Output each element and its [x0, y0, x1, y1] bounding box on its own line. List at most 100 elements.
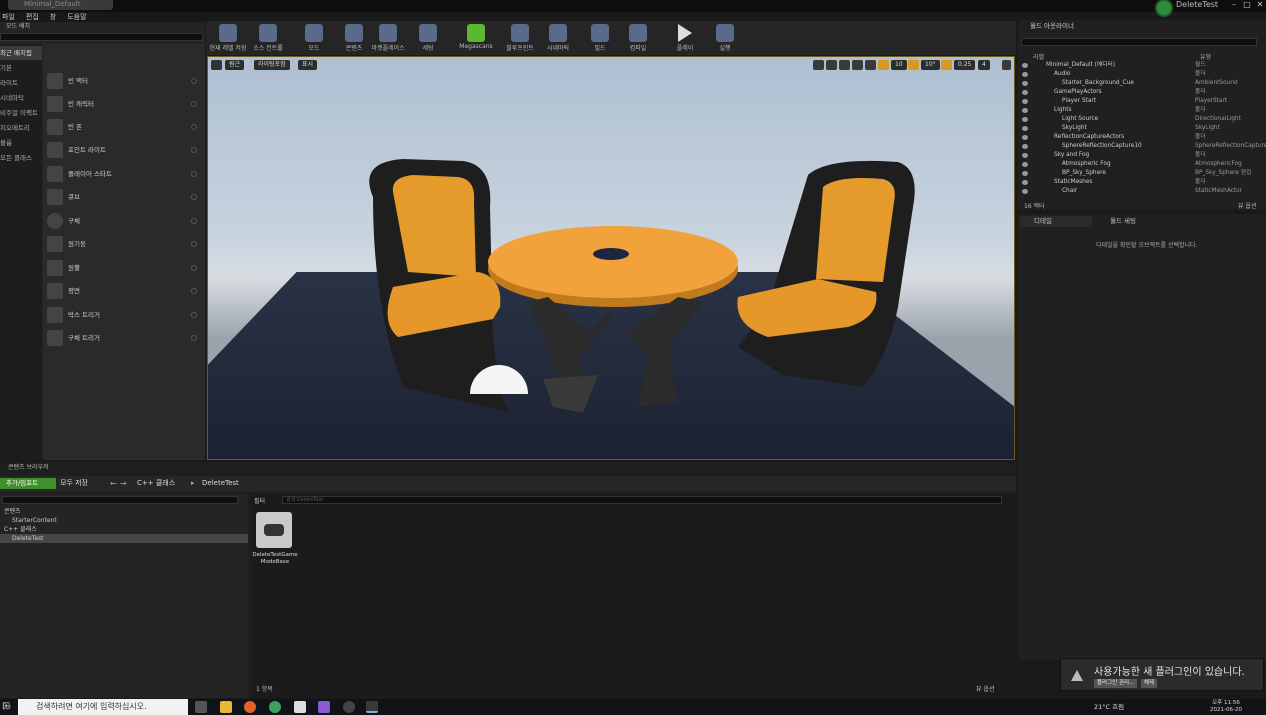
scale-snap-icon[interactable] [941, 60, 952, 70]
save-all-button[interactable]: 모두 저장 [60, 478, 88, 489]
task-view-icon[interactable] [195, 701, 207, 713]
surface-snap-icon[interactable] [865, 60, 876, 70]
outliner-row[interactable]: Lights 폴더 [1018, 106, 1266, 115]
outliner-row[interactable]: ReflectionCaptureActors 폴더 [1018, 133, 1266, 142]
visibility-eye-icon[interactable] [1022, 126, 1028, 131]
category-volumes[interactable]: 볼륨 [0, 136, 42, 150]
content-browser-tab[interactable]: 콘텐츠 브라우저 [0, 462, 60, 473]
visibility-eye-icon[interactable] [1022, 99, 1028, 104]
outliner-row[interactable]: Chair StaticMeshActor [1018, 187, 1266, 196]
rotation-snap-value[interactable]: 10° [921, 60, 940, 70]
chrome-icon[interactable] [269, 701, 281, 713]
launch-button[interactable]: 실행 [703, 22, 747, 54]
rotate-tool-icon[interactable] [826, 60, 837, 70]
menu-edit[interactable]: 편집 [26, 13, 39, 21]
category-cinematic[interactable]: 시네마틱 [0, 91, 42, 105]
scale-snap-value[interactable]: 0.25 [954, 60, 976, 70]
outliner-row[interactable]: Player Start PlayerStart [1018, 97, 1266, 106]
outliner-row[interactable]: Starter_Background_Cue AmbientSound [1018, 79, 1266, 88]
level-tab[interactable]: Minimal_Default [8, 0, 113, 10]
place-item-plane[interactable]: 평면 [43, 280, 203, 302]
place-search-input[interactable] [0, 33, 203, 41]
outliner-row[interactable]: Sky and Fog 폴더 [1018, 151, 1266, 160]
world-settings-tab[interactable]: 월드 세팅 [1096, 216, 1168, 227]
visibility-eye-icon[interactable] [1022, 117, 1028, 122]
add-import-button[interactable]: 추가/임포트 [0, 478, 56, 489]
outliner-row[interactable]: BP_Sky_Sphere BP_Sky_Sphere 편집 [1018, 169, 1266, 178]
file-explorer-icon[interactable] [220, 701, 232, 713]
source-control-button[interactable]: 소스 컨트롤 [246, 22, 290, 54]
folder-tree-row[interactable]: C++ 클래스 [0, 525, 248, 534]
visibility-eye-icon[interactable] [1022, 90, 1028, 95]
folder-tree-row[interactable]: StarterContent [0, 516, 248, 525]
visibility-eye-icon[interactable] [1022, 72, 1028, 77]
maximize-viewport-icon[interactable] [1002, 60, 1011, 70]
perspective-button[interactable]: 원근 [225, 60, 245, 70]
visibility-eye-icon[interactable] [1022, 144, 1028, 149]
filters-button[interactable]: 필터 [254, 496, 265, 505]
camera-speed-button[interactable]: 4 [978, 60, 990, 70]
github-icon[interactable] [343, 701, 355, 713]
place-item-player-start[interactable]: 플레이어 스타트 [43, 163, 203, 185]
asset-search-input[interactable]: 검색 DeleteTest [282, 496, 1002, 504]
marketplace-button[interactable]: 마켓플레이스 [366, 22, 410, 54]
visibility-eye-icon[interactable] [1022, 180, 1028, 185]
place-item-empty-pawn[interactable]: 빈 폰 [43, 116, 203, 138]
show-button[interactable]: 표시 [298, 60, 318, 70]
dismiss-button[interactable]: 해제 [1141, 679, 1158, 688]
outliner-search-input[interactable] [1021, 38, 1257, 46]
cinematics-button[interactable]: 시네마틱 [536, 22, 580, 54]
category-basic[interactable]: 기본 [0, 61, 42, 75]
save-level-button[interactable]: 현재 레벨 저장 [206, 22, 250, 54]
notion-icon[interactable] [294, 701, 306, 713]
grid-snap-icon[interactable] [878, 60, 889, 70]
folder-search-input[interactable] [2, 496, 238, 504]
system-clock[interactable]: 오후 11:56 2021-06-20 [1210, 700, 1242, 714]
category-geometry[interactable]: 지오메트리 [0, 121, 42, 135]
visibility-eye-icon[interactable] [1022, 63, 1028, 68]
translate-tool-icon[interactable] [813, 60, 824, 70]
outliner-row[interactable]: Atmospheric Fog AtmosphericFog [1018, 160, 1266, 169]
forward-arrow-icon[interactable]: → [120, 478, 127, 489]
modes-button[interactable]: 모드 [292, 22, 336, 54]
maximize-icon[interactable]: □ [1241, 0, 1253, 10]
place-item-empty-actor[interactable]: 빈 액터 [43, 70, 203, 92]
world-space-icon[interactable] [852, 60, 863, 70]
details-tab[interactable]: 디테일 [1020, 216, 1092, 227]
place-mode-tab[interactable]: 모드 배치 [0, 22, 60, 32]
back-arrow-icon[interactable]: ← [110, 478, 117, 489]
asset-view-options[interactable]: 뷰 옵션 [976, 684, 994, 693]
manage-plugins-button[interactable]: 플러그인 관리... [1094, 679, 1138, 688]
outliner-row[interactable]: SkyLight SkyLight [1018, 124, 1266, 133]
menu-window[interactable]: 창 [50, 13, 56, 21]
place-item-point-light[interactable]: 포인트 라이트 [43, 139, 203, 161]
close-icon[interactable]: ✕ [1254, 0, 1266, 10]
weather-status[interactable]: 21°C 흐림 [1094, 699, 1124, 715]
minimize-icon[interactable]: – [1228, 0, 1240, 10]
scale-tool-icon[interactable] [839, 60, 850, 70]
visibility-eye-icon[interactable] [1022, 189, 1028, 194]
place-item-cone[interactable]: 원뿔 [43, 257, 203, 279]
rotation-snap-icon[interactable] [908, 60, 919, 70]
folder-tree-row[interactable]: DeleteTest [0, 534, 248, 543]
outliner-row[interactable]: Audio 폴더 [1018, 70, 1266, 79]
folder-tree-row[interactable]: 콘텐츠 [0, 507, 248, 516]
category-recent[interactable]: 최근 배치됨 [0, 46, 42, 60]
visibility-eye-icon[interactable] [1022, 153, 1028, 158]
visibility-eye-icon[interactable] [1022, 162, 1028, 167]
menu-file[interactable]: 파일 [2, 13, 15, 21]
lit-mode-button[interactable]: 라이팅포함 [254, 60, 290, 70]
outliner-view-options[interactable]: 뷰 옵션 [1238, 201, 1256, 210]
visibility-eye-icon[interactable] [1022, 135, 1028, 140]
outliner-row[interactable]: StaticMeshes 폴더 [1018, 178, 1266, 187]
place-item-sphere-trigger[interactable]: 구체 트리거 [43, 327, 203, 349]
gamemode-asset-thumbnail[interactable] [256, 512, 292, 548]
grid-snap-value[interactable]: 10 [891, 60, 907, 70]
megascans-button[interactable]: Megascans [454, 22, 498, 54]
level-viewport[interactable]: 원근 라이팅포함 표시 10 10° 0.25 4 [207, 56, 1015, 460]
world-outliner-tab[interactable]: 월드 아웃라이너 [1020, 21, 1100, 31]
visibility-eye-icon[interactable] [1022, 171, 1028, 176]
taskbar-search-input[interactable]: 검색하려면 여기에 입력하십시오. [18, 699, 188, 715]
place-item-cylinder[interactable]: 원기둥 [43, 233, 203, 255]
category-all-classes[interactable]: 모든 클래스 [0, 151, 42, 165]
